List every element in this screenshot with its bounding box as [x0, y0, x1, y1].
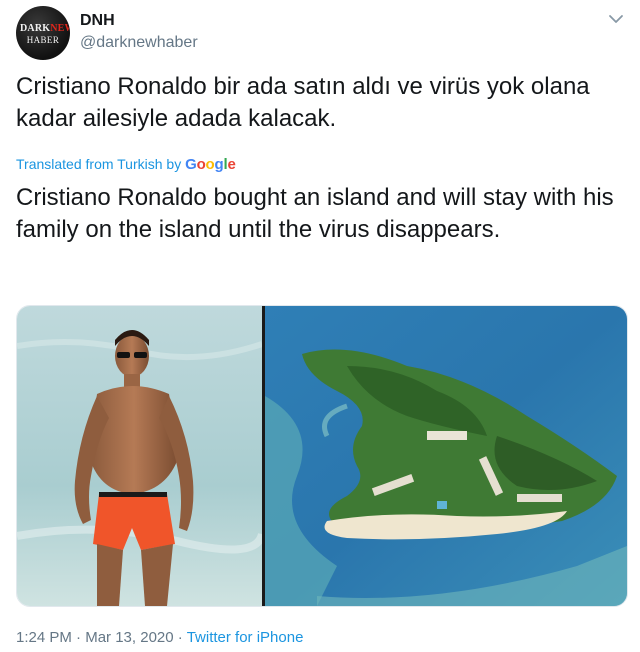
display-name[interactable]: DNH — [80, 12, 115, 30]
tweet-text-translated: Cristiano Ronaldo bought an island and w… — [16, 184, 614, 243]
google-logo: Google — [185, 156, 236, 173]
avatar-logo-line2: HABER — [26, 35, 60, 45]
meta-separator: · — [76, 629, 82, 646]
tweet-metadata: 1:24 PM · Mar 13, 2020 · Twitter for iPh… — [16, 629, 303, 646]
avatar[interactable]: DARKNEW HABER — [16, 6, 70, 60]
tweet-time[interactable]: 1:24 PM — [16, 629, 72, 646]
translation-attribution[interactable]: Translated from Turkish by Google — [16, 156, 236, 173]
tweet-media[interactable] — [16, 305, 628, 607]
chevron-down-icon[interactable] — [608, 12, 624, 24]
tweet-text-original: Cristiano Ronaldo bir ada satın aldı ve … — [16, 73, 590, 132]
user-handle[interactable]: @darknewhaber — [80, 34, 198, 52]
photo-person-beach — [17, 306, 266, 606]
tweet-source-link[interactable]: Twitter for iPhone — [187, 629, 304, 646]
meta-separator: · — [177, 629, 183, 646]
photo-island-aerial — [265, 306, 627, 606]
translation-label: Translated from Turkish by — [16, 156, 182, 172]
avatar-logo-line1: DARKNEW — [20, 23, 70, 34]
tweet: DARKNEW HABER DNH @darknewhaber Cristian… — [0, 0, 640, 652]
tweet-date[interactable]: Mar 13, 2020 — [85, 629, 173, 646]
